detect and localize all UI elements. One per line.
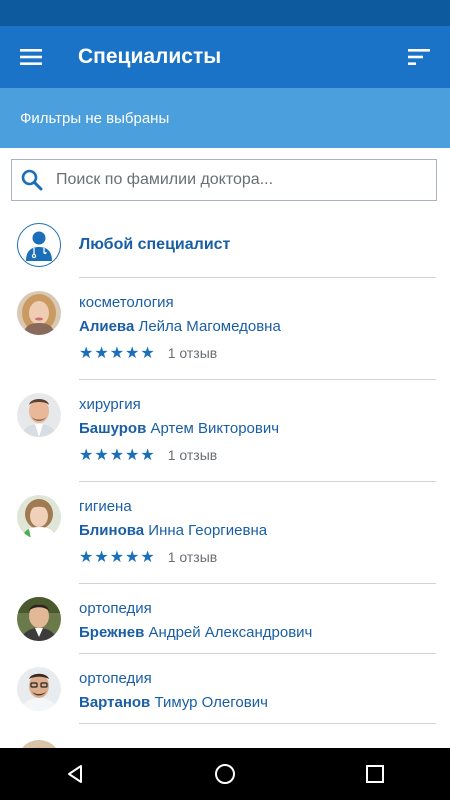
doctor-icon [17,223,61,267]
doctor-first-names: Лейла Магомедовна [138,318,281,335]
search-box[interactable] [11,159,437,201]
menu-button[interactable] [0,26,62,88]
doctor-list-item[interactable]: ортопедия Вартанов Тимур Олегович [0,654,450,724]
doctor-rating: ★★★★★ 1 отзыв [79,445,217,465]
filter-bar[interactable]: Фильтры не выбраны [0,88,450,148]
doctor-list-item[interactable]: косметология Алиева Лейла Магомедовна ★★… [0,278,450,380]
status-bar [0,0,450,26]
search-icon [20,168,44,192]
doctor-last-name: Алиева [79,318,135,335]
doctor-first-names: Андрей Александрович [148,624,313,641]
doctor-avatar [17,597,61,641]
doctor-avatar [17,291,61,335]
star-rating-icon: ★★★★★ [79,549,156,566]
app-bar: Специалисты [0,26,450,88]
doctor-last-name: Башуров [79,420,147,437]
doctor-name: Алиева Лейла Магомедовна [79,318,281,335]
any-specialist-label: Любой специалист [79,236,231,253]
doctor-specialty: ортопедия [79,670,152,687]
doctor-avatar [17,495,61,539]
system-navigation-bar [0,748,450,800]
doctor-name: Вартанов Тимур Олегович [79,694,268,711]
doctor-last-name: Вартанов [79,694,151,711]
doctor-name: Брежнев Андрей Александрович [79,624,312,641]
doctor-list-item[interactable]: ортопедия Брежнев Андрей Александрович [0,584,450,654]
doctor-first-names: Тимур Олегович [154,694,268,711]
back-icon [68,765,82,783]
recents-button[interactable] [345,748,405,800]
doctor-first-names: Инна Георгиевна [148,522,268,539]
doctor-avatar [17,667,61,711]
home-icon [215,764,235,784]
search-input[interactable] [54,170,428,190]
doctor-name: Башуров Артем Викторович [79,420,279,437]
review-count: 1 отзыв [167,549,218,565]
doctor-last-name: Брежнев [79,624,145,641]
doctor-first-names: Артем Викторович [150,420,280,437]
doctor-specialty: ортопедия [79,600,152,617]
back-button[interactable] [45,748,105,800]
home-button[interactable] [195,748,255,800]
doctor-rating: ★★★★★ 1 отзыв [79,547,217,567]
any-specialist-item[interactable]: Любой специалист [0,212,450,278]
review-count: 1 отзыв [167,447,218,463]
recents-icon [366,765,384,783]
sort-icon [408,49,430,65]
review-count: 1 отзыв [167,345,218,361]
filter-status: Фильтры не выбраны [20,109,170,127]
star-rating-icon: ★★★★★ [79,447,156,464]
doctor-list-item[interactable]: хирургия Башуров Артем Викторович ★★★★★ … [0,380,450,482]
doctor-list-item[interactable]: гигиена Блинова Инна Георгиевна ★★★★★ 1 … [0,482,450,584]
doctor-avatar [17,393,61,437]
doctor-specialty: косметология [79,294,174,311]
doctor-rating: ★★★★★ 1 отзыв [79,343,217,363]
doctor-specialty: хирургия [79,396,141,413]
doctor-specialty: гигиена [79,498,132,515]
specialist-list: Любой специалист косметология Алиева Лей… [0,212,450,784]
page-title: Специалисты [78,45,222,68]
sort-button[interactable] [388,26,450,88]
star-rating-icon: ★★★★★ [79,345,156,362]
doctor-last-name: Блинова [79,522,145,539]
doctor-name: Блинова Инна Георгиевна [79,522,267,539]
menu-icon [20,49,42,65]
